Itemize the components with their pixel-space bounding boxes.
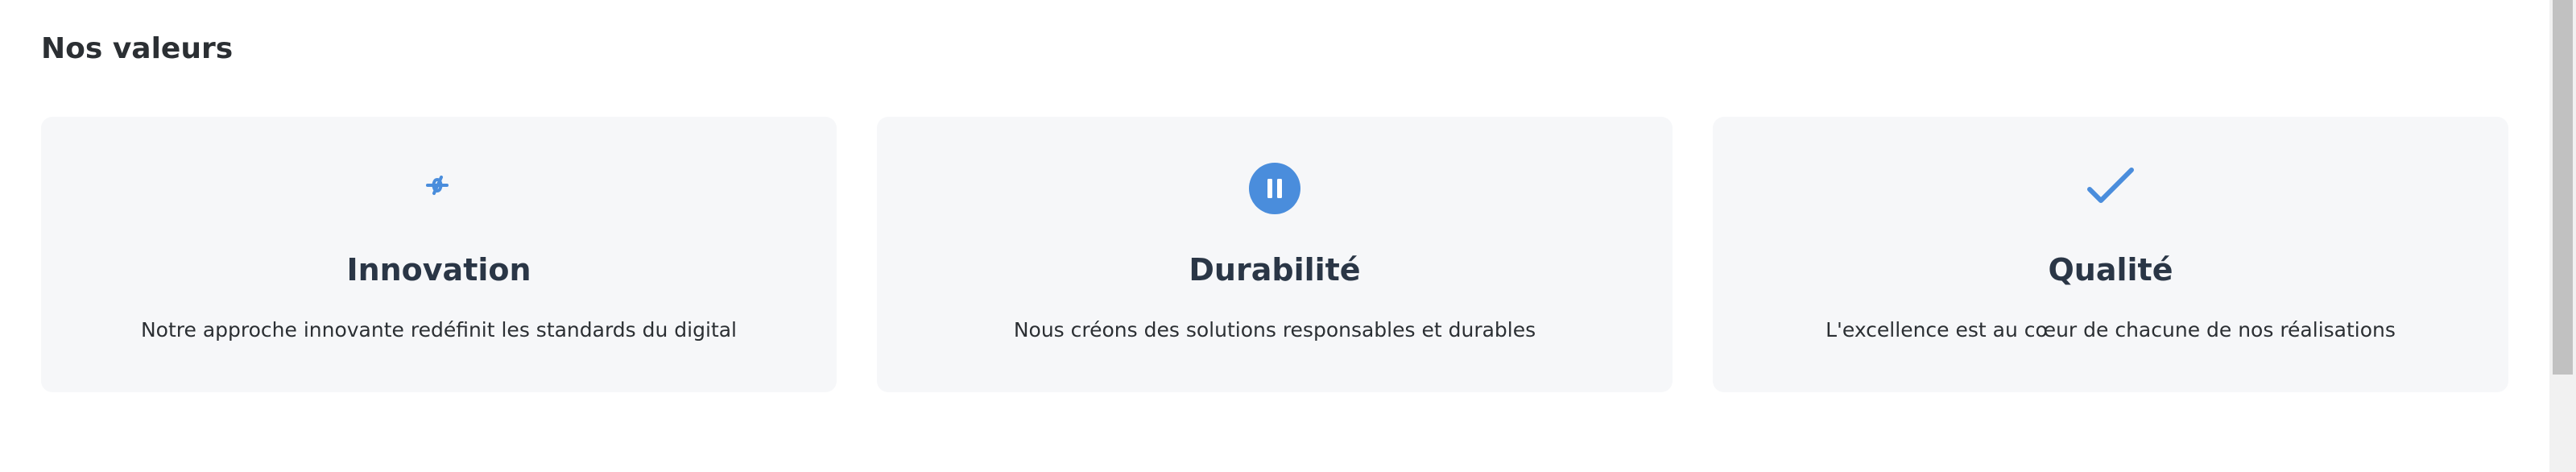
values-cards: Innovation Notre approche innovante redé… — [41, 117, 2510, 392]
card-title: Innovation — [346, 252, 531, 288]
pause-circle-icon — [1248, 162, 1301, 215]
value-card-qualite: Qualité L'excellence est au cœur de chac… — [1713, 117, 2508, 392]
card-description: L'excellence est au cœur de chacune de n… — [1826, 318, 2396, 342]
card-description: Notre approche innovante redéfinit les s… — [140, 318, 738, 342]
value-card-durabilite: Durabilité Nous créons des solutions res… — [877, 117, 1673, 392]
card-description: Nous créons des solutions responsables e… — [1013, 318, 1536, 342]
scrollbar-thumb[interactable] — [2553, 0, 2573, 375]
vertical-scrollbar[interactable] — [2549, 0, 2576, 472]
lab-icon — [412, 162, 465, 215]
card-title: Durabilité — [1189, 252, 1361, 288]
section-title: Nos valeurs — [41, 32, 234, 65]
card-title: Qualité — [2048, 252, 2173, 288]
value-card-innovation: Innovation Notre approche innovante redé… — [41, 117, 837, 392]
checkmark-icon — [2084, 162, 2137, 215]
